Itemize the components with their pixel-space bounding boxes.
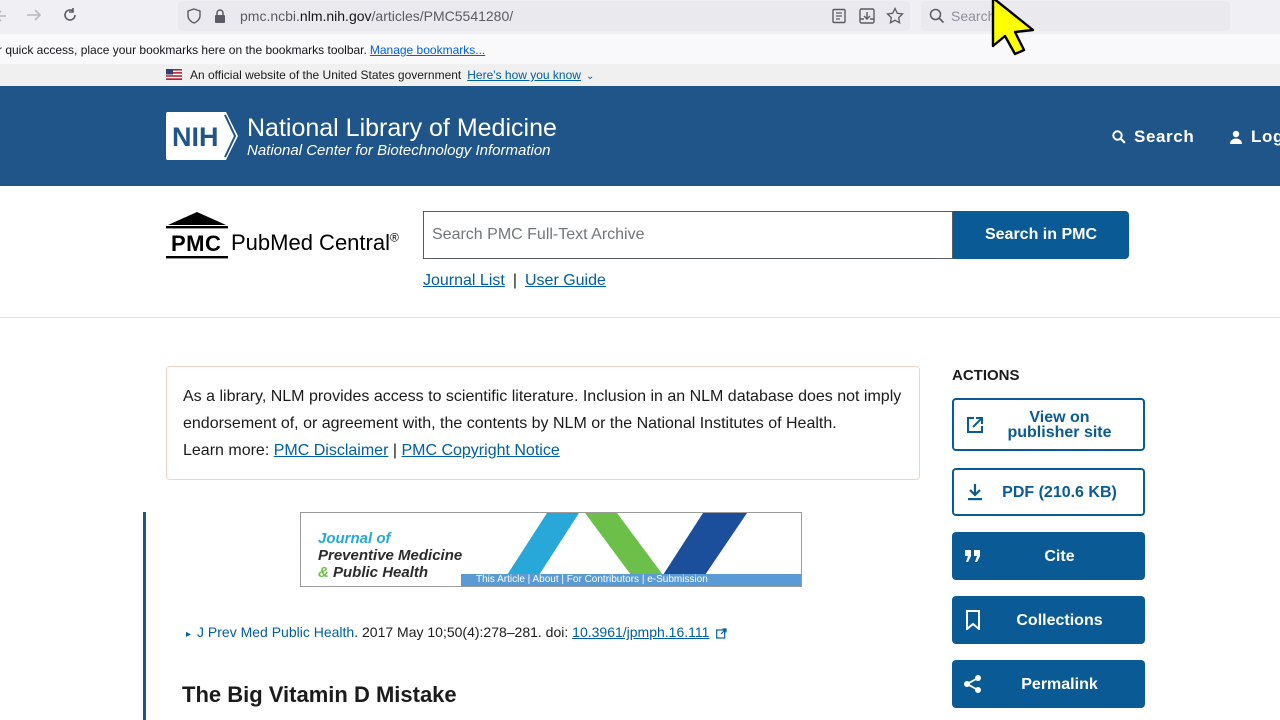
shield-icon[interactable] — [186, 8, 202, 24]
permalink-button[interactable]: Permalink — [952, 660, 1145, 708]
journal-list-link[interactable]: Journal List — [423, 272, 505, 289]
journal-banner-line3: & Public Health — [318, 564, 429, 581]
article-left-rule — [143, 512, 146, 720]
collections-button[interactable]: Collections — [952, 596, 1145, 644]
view-on-publisher-site-button[interactable]: View on publisher site — [952, 398, 1145, 451]
back-arrow-icon[interactable] — [0, 8, 10, 24]
disclaimer-text: As a library, NLM provides access to sci… — [183, 388, 902, 459]
pmc-search-input[interactable] — [423, 211, 953, 259]
header-login-label: Log — [1251, 127, 1280, 146]
external-link-icon — [716, 628, 727, 639]
pmc-logo-word[interactable]: PMC — [171, 231, 221, 257]
search-in-pmc-button[interactable]: Search in PMC — [953, 211, 1129, 259]
save-to-pocket-icon[interactable] — [858, 7, 876, 25]
search-icon — [1112, 130, 1126, 144]
chevron-down-icon[interactable]: ⌄ — [586, 71, 594, 82]
pmc-disclaimer-link[interactable]: PMC Disclaimer — [274, 442, 389, 459]
actions-heading: ACTIONS — [952, 367, 1020, 384]
citation-line: ▸ J Prev Med Public Health. 2017 May 10;5… — [186, 624, 727, 640]
journal-banner-nav[interactable]: This Article | About | For Contributors … — [461, 574, 801, 586]
journal-banner-line2: Preventive Medicine — [318, 547, 463, 564]
reload-icon[interactable] — [62, 7, 78, 23]
header-search-label: Search — [1134, 127, 1195, 146]
journal-banner-graphic — [507, 513, 747, 575]
bookmarks-hint: r quick access, place your bookmarks her… — [0, 43, 486, 57]
external-link-icon — [964, 415, 986, 435]
manage-bookmarks-link[interactable]: Manage bookmarks... — [370, 43, 485, 57]
journal-banner-line1: Journal of — [318, 530, 391, 547]
article-title: The Big Vitamin D Mistake — [182, 682, 457, 707]
disclosure-triangle-icon[interactable]: ▸ — [186, 629, 191, 640]
browser-search-placeholder[interactable]: Search — [951, 8, 995, 24]
url-text[interactable]: pmc.ncbi.nlm.nih.gov/articles/PMC5541280… — [240, 8, 513, 24]
us-flag-icon — [166, 69, 182, 80]
cite-button[interactable]: Cite — [952, 532, 1145, 580]
download-icon — [964, 483, 986, 501]
nih-badge-text: NIH — [172, 122, 219, 152]
lock-icon[interactable] — [213, 8, 227, 24]
nih-logo-badge[interactable]: NIH — [166, 112, 240, 160]
header-login-button[interactable]: Log — [1229, 127, 1280, 147]
share-icon — [962, 674, 984, 694]
bookmark-icon — [962, 610, 984, 630]
gov-banner-text: An official website of the United States… — [190, 68, 595, 82]
doi-link[interactable]: 10.3961/jpmph.16.111 — [572, 624, 709, 640]
user-guide-link[interactable]: User Guide — [525, 272, 606, 289]
header-search-button[interactable]: Search — [1112, 127, 1194, 147]
pdf-download-button[interactable]: PDF (210.6 KB) — [952, 468, 1145, 516]
pmc-logo-text[interactable]: PubMed Central® — [231, 230, 399, 256]
quote-icon — [962, 550, 984, 562]
reader-view-icon[interactable] — [831, 8, 847, 24]
user-icon — [1229, 130, 1243, 144]
mouse-cursor-icon — [990, 0, 1060, 58]
star-icon[interactable] — [886, 7, 904, 25]
heres-how-you-know-link[interactable]: Here's how you know — [467, 68, 581, 82]
nih-subtitle: National Center for Biotechnology Inform… — [247, 142, 551, 159]
pmc-sublinks: Journal List | User Guide — [423, 272, 606, 289]
nih-title[interactable]: National Library of Medicine — [247, 114, 557, 143]
journal-link[interactable]: J Prev Med Public Health — [197, 624, 354, 640]
forward-arrow-icon[interactable] — [26, 7, 42, 23]
pmc-copyright-notice-link[interactable]: PMC Copyright Notice — [401, 442, 559, 459]
header-divider — [0, 317, 1280, 318]
search-icon — [929, 8, 945, 24]
